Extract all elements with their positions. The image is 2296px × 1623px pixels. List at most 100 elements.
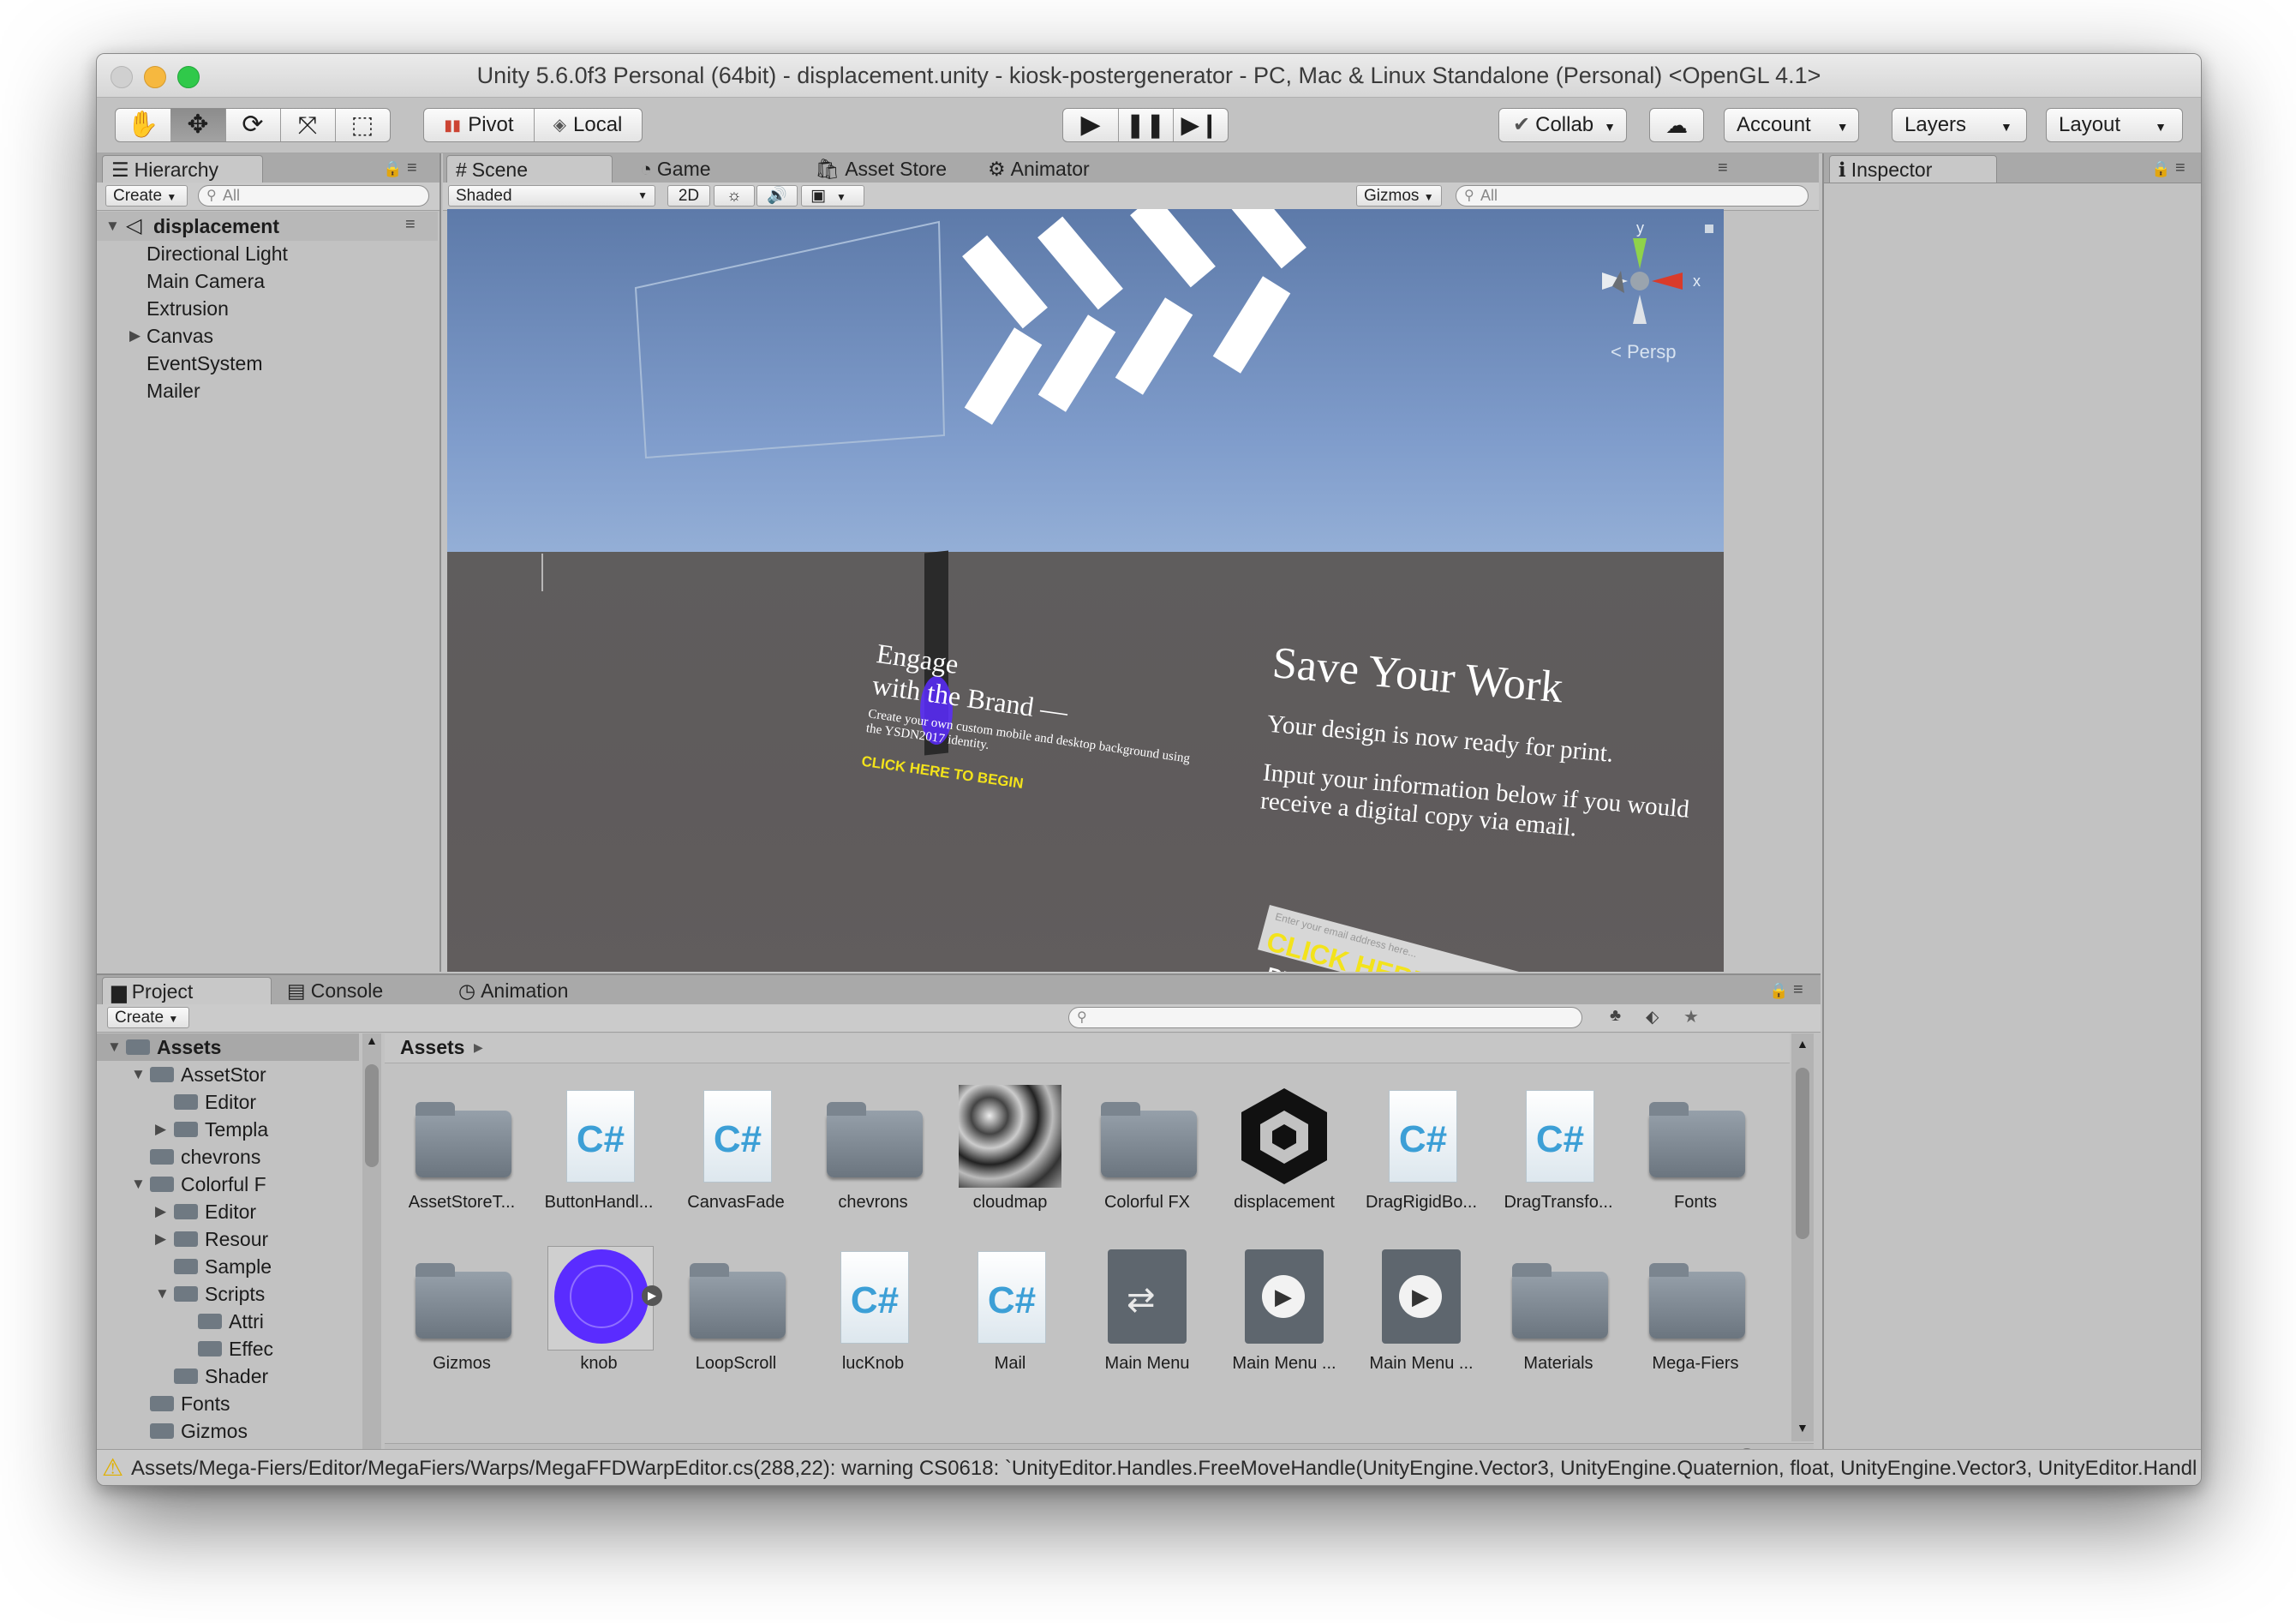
collab-dropdown[interactable]: ✔ Collab ▼ — [1498, 108, 1627, 142]
panel-menu-icon[interactable]: ≡ — [1793, 980, 1803, 1000]
filter-by-type-icon[interactable]: ♣ — [1610, 1006, 1621, 1026]
project-create-dropdown[interactable]: Create ▼ — [107, 1007, 189, 1028]
step-button[interactable]: ▶❙ — [1173, 109, 1228, 141]
breadcrumb-assets[interactable]: Assets — [400, 1036, 464, 1059]
tab-project[interactable]: ▆ Project — [102, 977, 272, 1004]
tree-item[interactable]: ▼ Assets — [97, 1033, 359, 1061]
tree-item[interactable]: ▼ AssetStor — [97, 1061, 359, 1088]
tree-item[interactable]: ▶ Resour — [97, 1225, 359, 1253]
tree-item[interactable]: ▼ Colorful F — [97, 1171, 359, 1198]
panel-menu-icon[interactable]: ≡ — [1718, 159, 1728, 178]
scroll-down-arrow-icon[interactable]: ▼ — [1797, 1421, 1809, 1434]
cloud-button[interactable]: ☁ — [1649, 108, 1704, 142]
rotate-tool-button[interactable]: ⟳ — [225, 109, 281, 141]
tree-item[interactable]: Gizmos — [97, 1417, 359, 1445]
tab-animation[interactable]: ◷ Animation — [450, 977, 621, 1004]
expand-arrow-icon[interactable]: ▶ — [129, 327, 141, 344]
asset-item[interactable]: C# CanvasFade — [667, 1085, 804, 1222]
layout-dropdown[interactable]: Layout ▼ — [2046, 108, 2183, 142]
tree-item[interactable]: ▶ Editor — [97, 1198, 359, 1225]
tree-item[interactable]: Effec — [97, 1335, 359, 1362]
hierarchy-item-directional-light[interactable]: Directional Light — [146, 240, 288, 267]
project-folder-tree[interactable]: ▼ Assets ▼ AssetStor Editor ▶ Templa chevrons ▼ C… — [97, 1033, 359, 1472]
toggle-2d-button[interactable]: 2D — [667, 185, 710, 207]
asset-grid-scrollbar[interactable]: ▲ ▼ — [1791, 1033, 1814, 1441]
expand-arrow-icon[interactable]: ▼ — [131, 1066, 146, 1083]
hierarchy-create-dropdown[interactable]: Create ▼ — [105, 185, 188, 207]
hierarchy-search-input[interactable]: ⚲ All — [198, 185, 429, 207]
asset-item[interactable]: chevrons — [804, 1085, 942, 1222]
tree-item[interactable]: Fonts — [97, 1390, 359, 1417]
move-tool-button[interactable]: ✥ — [170, 109, 226, 141]
hierarchy-item-mailer[interactable]: Mailer — [146, 377, 200, 404]
expand-arrow-icon[interactable]: ▼ — [107, 1039, 122, 1056]
tab-inspector[interactable]: ℹ Inspector — [1829, 155, 1997, 183]
expand-arrow-icon[interactable]: ▼ — [105, 218, 120, 235]
asset-item[interactable]: ⇄ Main Menu — [1079, 1246, 1216, 1383]
pivot-button[interactable]: ▮▮ Pivot — [424, 109, 535, 141]
lock-icon[interactable]: 🔒 — [2151, 160, 2170, 178]
project-search-input[interactable]: ⚲ — [1068, 1007, 1582, 1028]
account-dropdown[interactable]: Account ▼ — [1724, 108, 1859, 142]
asset-item[interactable]: Colorful FX — [1079, 1085, 1216, 1222]
tree-item[interactable]: Editor — [97, 1088, 359, 1116]
scene-root-row[interactable]: ▼ ◁ displacement ≡ — [97, 212, 438, 241]
tree-item[interactable]: Shader — [97, 1362, 359, 1390]
tab-scene[interactable]: # Scene — [446, 155, 613, 183]
asset-item[interactable]: AssetStoreT... — [393, 1085, 530, 1222]
tree-item[interactable]: chevrons — [97, 1143, 359, 1171]
hierarchy-item-eventsystem[interactable]: EventSystem — [146, 350, 263, 377]
status-bar[interactable]: ⚠ Assets/Mega-Fiers/Editor/MegaFiers/War… — [97, 1449, 2201, 1485]
gizmos-dropdown[interactable]: Gizmos ▼ — [1356, 185, 1442, 207]
tab-hierarchy[interactable]: ☰ Hierarchy — [102, 155, 263, 183]
local-button[interactable]: ◈ Local — [534, 109, 642, 141]
asset-item[interactable]: Mega-Fiers — [1627, 1246, 1764, 1383]
collapsed-arrow-icon[interactable]: ▶ — [155, 1121, 166, 1138]
scroll-up-arrow-icon[interactable]: ▲ — [1797, 1037, 1809, 1051]
asset-item[interactable]: ▶ Main Menu ... — [1216, 1246, 1353, 1383]
tree-item[interactable]: Sample — [97, 1253, 359, 1280]
hand-tool-button[interactable]: ✋ — [116, 109, 171, 141]
scale-tool-button[interactable]: ⤧ — [280, 109, 336, 141]
hierarchy-item-extrusion[interactable]: Extrusion — [146, 295, 229, 322]
layers-dropdown[interactable]: Layers ▼ — [1892, 108, 2027, 142]
shading-mode-dropdown[interactable]: Shaded ▼ — [448, 185, 655, 207]
scene-lighting-button[interactable]: ☼ — [714, 185, 755, 207]
asset-item[interactable]: C# DragTransfo... — [1490, 1085, 1627, 1222]
tree-item[interactable]: Attri — [97, 1308, 359, 1335]
scene-search-input[interactable]: ⚲ All — [1456, 185, 1809, 207]
favorites-star-icon[interactable]: ★ — [1683, 1006, 1699, 1027]
orientation-gizmo[interactable]: y x < Persp — [1587, 219, 1715, 362]
rect-tool-button[interactable]: ⬚ — [335, 109, 390, 141]
tab-console[interactable]: ▤ Console — [278, 977, 416, 1004]
asset-item[interactable]: LoopScroll — [667, 1246, 804, 1383]
asset-item[interactable]: C# ButtonHandl... — [530, 1085, 667, 1222]
scene-viewport[interactable]: Engage with the Brand — Create your own … — [447, 209, 1724, 972]
asset-item[interactable]: displacement — [1216, 1085, 1353, 1222]
asset-item[interactable]: Materials — [1490, 1246, 1627, 1383]
filter-by-label-icon[interactable]: ⬖ — [1646, 1006, 1659, 1027]
scene-menu-icon[interactable]: ≡ — [405, 215, 416, 235]
asset-item[interactable]: ▶ Main Menu ... — [1353, 1246, 1490, 1383]
asset-item[interactable]: C# DragRigidBo... — [1353, 1085, 1490, 1222]
collapsed-arrow-icon[interactable]: ▶ — [155, 1231, 166, 1248]
tab-animator[interactable]: ⚙ Animator — [979, 155, 1125, 183]
lock-icon[interactable]: 🔒 — [1769, 982, 1788, 1000]
scene-effects-dropdown[interactable]: ▣ ▼ — [801, 185, 864, 207]
tab-game[interactable]: ◔ Game — [631, 155, 760, 183]
panel-menu-icon[interactable]: ≡ — [407, 159, 417, 178]
perspective-label[interactable]: < Persp — [1611, 341, 1676, 363]
hierarchy-item-main-camera[interactable]: Main Camera — [146, 267, 265, 295]
scroll-up-arrow-icon[interactable]: ▲ — [366, 1033, 378, 1047]
tree-item[interactable]: ▼ Scripts — [97, 1280, 359, 1308]
asset-item[interactable]: cloudmap — [942, 1085, 1079, 1222]
tab-asset-store[interactable]: 🛍 Asset Store — [806, 155, 978, 183]
collapsed-arrow-icon[interactable]: ▶ — [155, 1203, 166, 1220]
expand-arrow-icon[interactable]: ▼ — [155, 1285, 170, 1303]
asset-item[interactable]: Gizmos — [393, 1246, 530, 1383]
asset-item[interactable]: C# Mail — [942, 1246, 1079, 1383]
tree-scrollbar-thumb[interactable] — [365, 1064, 379, 1167]
expand-arrow-icon[interactable]: ▼ — [131, 1176, 146, 1193]
play-button[interactable]: ▶ — [1063, 109, 1119, 141]
asset-item[interactable]: ▶ knob — [530, 1246, 667, 1383]
